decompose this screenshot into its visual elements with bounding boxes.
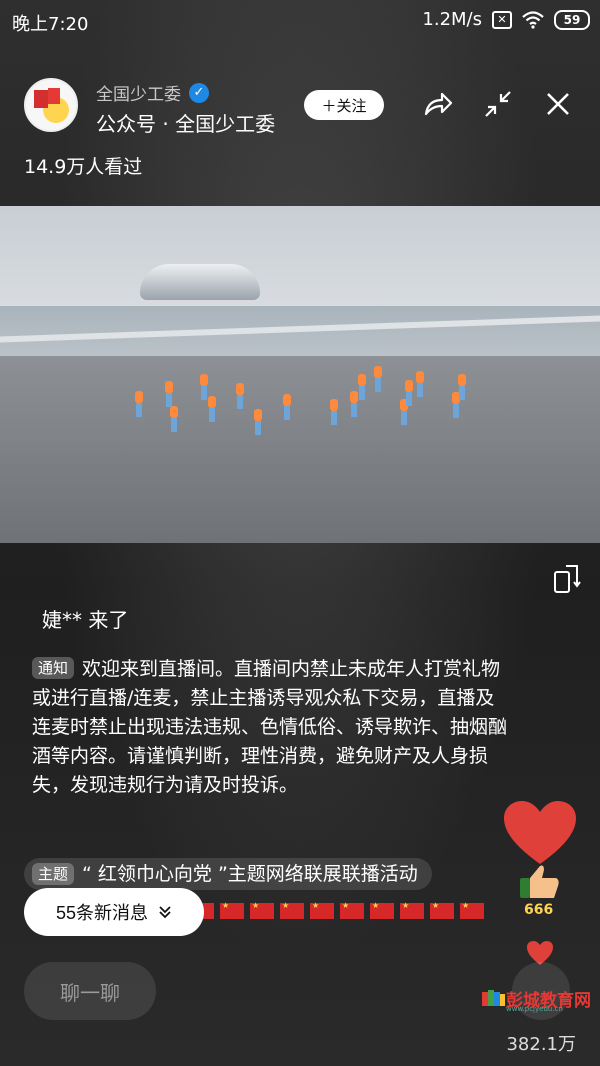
- video-dancer: [358, 374, 366, 400]
- wifi-icon: [522, 10, 544, 29]
- video-dancer: [165, 381, 173, 407]
- live-video[interactable]: [0, 206, 600, 543]
- close-icon[interactable]: [542, 88, 574, 120]
- china-flag-icon: [220, 901, 244, 919]
- new-messages-button[interactable]: 55条新消息: [24, 888, 204, 936]
- video-dancer: [283, 394, 291, 420]
- china-flag-icon: [250, 901, 274, 919]
- china-flag-icon: [370, 901, 394, 919]
- topic-text: “ 红领巾心向党 ”主题网络联展联播活动: [82, 863, 418, 885]
- chevron-down-icon: [159, 906, 171, 919]
- like-count: 382.1万: [506, 1034, 576, 1055]
- video-dancer: [236, 383, 244, 409]
- video-sky: [0, 206, 600, 316]
- video-dancer: [208, 396, 216, 422]
- thumbs-up-icon: 666: [520, 865, 559, 918]
- view-count: 14.9万人看过: [24, 156, 143, 178]
- notice-text: 欢迎来到直播间。直播间内禁止未成年人打赏礼物或进行直播/连麦，禁止主播诱导观众私…: [32, 658, 508, 796]
- heart-icon: [504, 801, 576, 864]
- viewer-join-message: 婕** 来了: [42, 608, 129, 632]
- chat-input-button[interactable]: 聊一聊: [24, 962, 156, 1020]
- notice-message: 通知 欢迎来到直播间。直播间内禁止未成年人打赏礼物或进行直播/连麦，禁止主播诱导观…: [32, 655, 510, 800]
- video-dancer: [405, 380, 413, 406]
- network-speed: 1.2M/s: [422, 9, 482, 30]
- video-dancer: [458, 374, 466, 400]
- video-dancer: [350, 391, 358, 417]
- avatar-flag: [34, 90, 48, 108]
- video-dancer: [330, 399, 338, 425]
- account-name-row[interactable]: 全国少工委 ✓: [96, 80, 209, 105]
- topic-message: 主题 “ 红领巾心向党 ”主题网络联展联播活动: [24, 858, 432, 890]
- share-icon[interactable]: [422, 88, 454, 120]
- follow-button[interactable]: ＋关注: [304, 90, 384, 120]
- topic-tag: 主题: [32, 863, 75, 885]
- account-avatar[interactable]: [24, 78, 78, 132]
- video-building: [140, 264, 260, 300]
- watermark-url: www.pcjyedu.cn: [506, 1005, 563, 1013]
- rotate-screen-icon[interactable]: [552, 563, 582, 595]
- status-right: 1.2M/s ✕ 59: [422, 9, 590, 30]
- thumb-label: 666: [524, 902, 553, 918]
- status-bar: 晚上7:20 1.2M/s ✕ 59: [0, 0, 600, 40]
- battery-indicator: 59: [554, 9, 590, 30]
- avatar-flag: [48, 88, 60, 104]
- flag-emoji-row: [190, 901, 484, 919]
- china-flag-icon: [400, 901, 424, 919]
- account-subtitle: 公众号 · 全国少工委: [96, 112, 276, 136]
- video-dancer: [135, 391, 143, 417]
- verified-icon: ✓: [189, 82, 209, 103]
- new-messages-label: 55条新消息: [55, 903, 149, 923]
- account-name: 全国少工委: [96, 85, 181, 105]
- video-dancer: [254, 409, 262, 435]
- china-flag-icon: [310, 901, 334, 919]
- video-plaza: [0, 356, 600, 543]
- video-dancer: [416, 371, 424, 397]
- china-flag-icon: [430, 901, 454, 919]
- china-flag-icon: [280, 901, 304, 919]
- status-time: 晚上7:20: [12, 14, 89, 35]
- china-flag-icon: [340, 901, 364, 919]
- notice-tag: 通知: [32, 657, 75, 679]
- video-dancer: [170, 406, 178, 432]
- video-dancer: [200, 374, 208, 400]
- video-dancer: [374, 366, 382, 392]
- sim-icon: ✕: [492, 10, 512, 29]
- china-flag-icon: [460, 901, 484, 919]
- shrink-icon[interactable]: [482, 88, 514, 120]
